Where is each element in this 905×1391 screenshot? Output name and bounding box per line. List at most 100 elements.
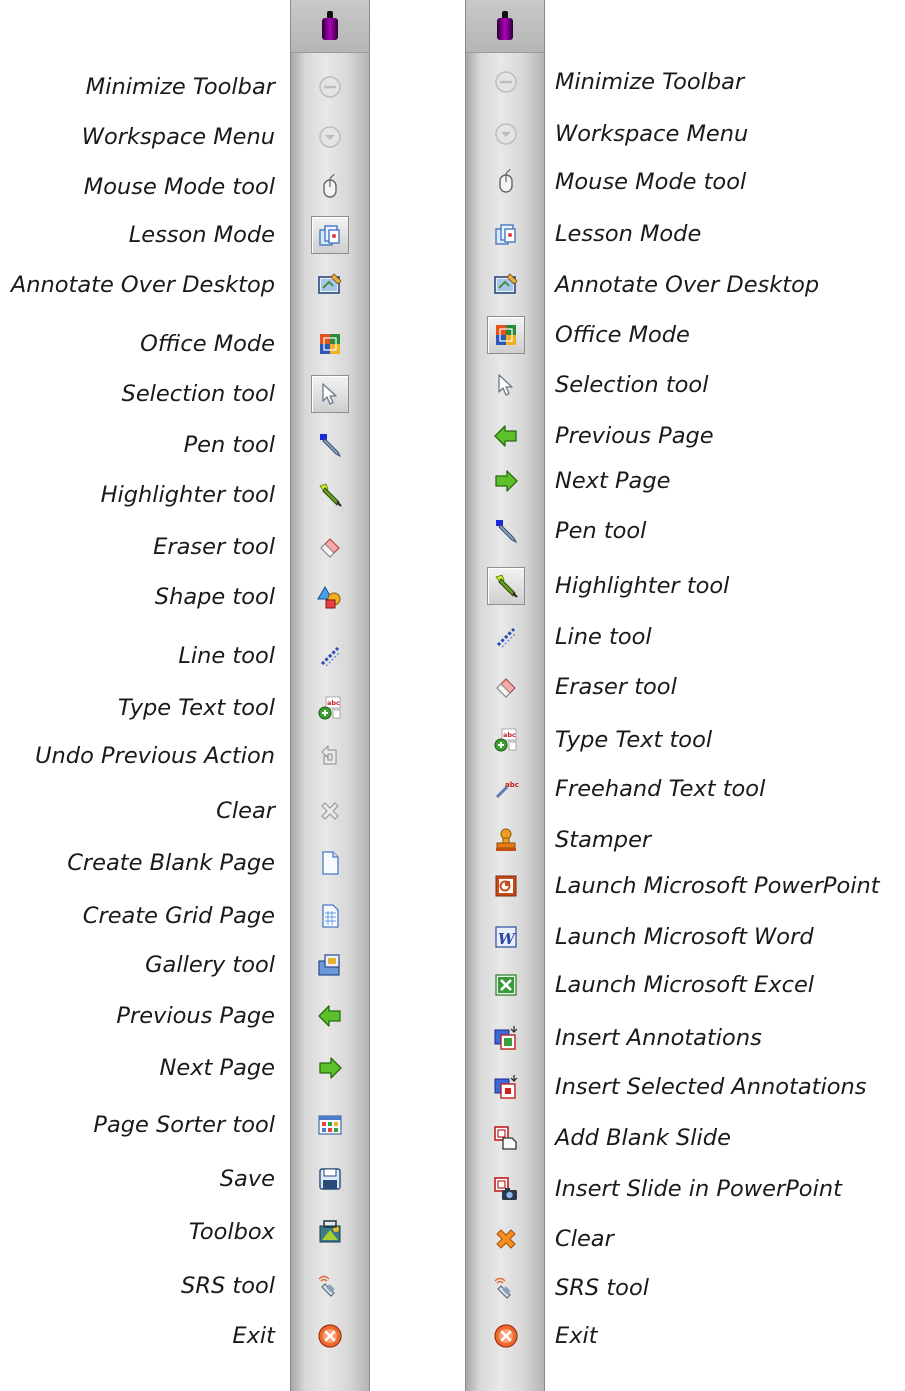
- tool-label: Shape tool: [154, 584, 275, 610]
- add-blank-slide-icon: [492, 1124, 520, 1152]
- srs-remote-button[interactable]: [487, 1269, 525, 1307]
- type-text-icon: abc: [492, 726, 520, 754]
- add-blank-slide-button[interactable]: [487, 1119, 525, 1157]
- arrow-left-button[interactable]: [487, 417, 525, 455]
- tool-label: Next Page: [555, 468, 671, 494]
- arrow-right-button[interactable]: [311, 1049, 349, 1087]
- page-sorter-button[interactable]: [311, 1106, 349, 1144]
- tool-label: Save: [219, 1166, 275, 1192]
- insert-annotations-button[interactable]: [487, 1019, 525, 1057]
- highlighter-button[interactable]: [311, 476, 349, 514]
- insert-selected-annotations-button[interactable]: [487, 1068, 525, 1106]
- word-icon: W: [492, 923, 520, 951]
- excel-icon: [492, 971, 520, 999]
- blank-page-button[interactable]: [311, 844, 349, 882]
- type-text-button[interactable]: abc: [487, 721, 525, 759]
- eraser-button[interactable]: [487, 668, 525, 706]
- srs-remote-icon: [492, 1274, 520, 1302]
- powerpoint-icon: [492, 872, 520, 900]
- selection-arrow-button[interactable]: [487, 366, 525, 404]
- line-icon: [316, 642, 344, 670]
- tool-label: Line tool: [178, 643, 275, 669]
- mouse-icon: [492, 168, 520, 196]
- lesson-mode-button[interactable]: [311, 216, 349, 254]
- insert-slide-button[interactable]: [487, 1170, 525, 1208]
- excel-button[interactable]: [487, 966, 525, 1004]
- gallery-button[interactable]: [311, 946, 349, 984]
- lesson-mode-button[interactable]: [487, 215, 525, 253]
- minimize-button[interactable]: [311, 68, 349, 106]
- arrow-left-icon: [492, 422, 520, 450]
- selection-arrow-button[interactable]: [311, 375, 349, 413]
- highlighter-icon: [492, 572, 520, 600]
- tool-label: Clear: [216, 798, 275, 824]
- clear-orange-button[interactable]: [487, 1220, 525, 1258]
- workspace-menu-button[interactable]: [487, 115, 525, 153]
- shapes-button[interactable]: [311, 578, 349, 616]
- tool-label: Gallery tool: [145, 952, 275, 978]
- tool-label: Toolbox: [188, 1219, 275, 1245]
- tool-label: Lesson Mode: [128, 222, 275, 248]
- tool-label: Mouse Mode tool: [555, 169, 747, 195]
- minimize-button[interactable]: [487, 63, 525, 101]
- pen-button[interactable]: [311, 426, 349, 464]
- save-button[interactable]: [311, 1160, 349, 1198]
- line-button[interactable]: [487, 618, 525, 656]
- eraser-button[interactable]: [311, 528, 349, 566]
- tool-label: Exit: [555, 1323, 598, 1349]
- srs-remote-button[interactable]: [311, 1267, 349, 1305]
- pen-button[interactable]: [487, 512, 525, 550]
- svg-text:W: W: [498, 930, 517, 948]
- undo-icon: [316, 742, 344, 770]
- clear-gray-icon: [316, 797, 344, 825]
- tool-label: Pen tool: [555, 518, 647, 544]
- exit-icon: [316, 1322, 344, 1350]
- tool-label: Add Blank Slide: [555, 1125, 731, 1151]
- type-text-icon: abc: [316, 694, 344, 722]
- tool-label: Undo Previous Action: [35, 743, 275, 769]
- arrow-left-button[interactable]: [311, 997, 349, 1035]
- exit-button[interactable]: [311, 1317, 349, 1355]
- word-button[interactable]: W: [487, 918, 525, 956]
- powerpoint-button[interactable]: [487, 867, 525, 905]
- tool-label: Highlighter tool: [555, 573, 730, 599]
- tool-label: Pen tool: [183, 432, 275, 458]
- clear-gray-button[interactable]: [311, 792, 349, 830]
- highlighter-button[interactable]: [487, 567, 525, 605]
- tool-label: Annotate Over Desktop: [10, 272, 275, 298]
- insert-slide-icon: [492, 1175, 520, 1203]
- svg-text:abc: abc: [503, 731, 516, 739]
- toolbox-button[interactable]: [311, 1213, 349, 1251]
- toolbar-grip[interactable]: [466, 0, 544, 53]
- tool-label: Insert Slide in PowerPoint: [555, 1176, 842, 1202]
- arrow-right-icon: [316, 1054, 344, 1082]
- line-button[interactable]: [311, 637, 349, 675]
- grid-page-button[interactable]: [311, 897, 349, 935]
- stamper-button[interactable]: [487, 821, 525, 859]
- undo-button[interactable]: [311, 737, 349, 775]
- freehand-text-button[interactable]: abc: [487, 770, 525, 808]
- mouse-button[interactable]: [487, 163, 525, 201]
- tool-label: Highlighter tool: [100, 482, 275, 508]
- grip-icon: [496, 11, 514, 41]
- insert-annotations-icon: [492, 1024, 520, 1052]
- arrow-right-button[interactable]: [487, 462, 525, 500]
- page-sorter-icon: [316, 1111, 344, 1139]
- workspace-menu-button[interactable]: [311, 118, 349, 156]
- exit-button[interactable]: [487, 1317, 525, 1355]
- mouse-button[interactable]: [311, 168, 349, 206]
- office-mode-button[interactable]: [311, 325, 349, 363]
- tool-label: Clear: [555, 1226, 614, 1252]
- tool-label: Next Page: [159, 1055, 275, 1081]
- annotate-desktop-button[interactable]: [311, 266, 349, 304]
- tool-label: Launch Microsoft Word: [555, 924, 814, 950]
- tool-label: Insert Selected Annotations: [555, 1074, 867, 1100]
- save-icon: [316, 1165, 344, 1193]
- toolbar-grip[interactable]: [291, 0, 369, 53]
- tool-label: Eraser tool: [153, 534, 275, 560]
- type-text-button[interactable]: abc: [311, 689, 349, 727]
- minimize-icon: [492, 68, 520, 96]
- annotate-desktop-button[interactable]: [487, 266, 525, 304]
- selection-arrow-icon: [492, 371, 520, 399]
- office-mode-button[interactable]: [487, 316, 525, 354]
